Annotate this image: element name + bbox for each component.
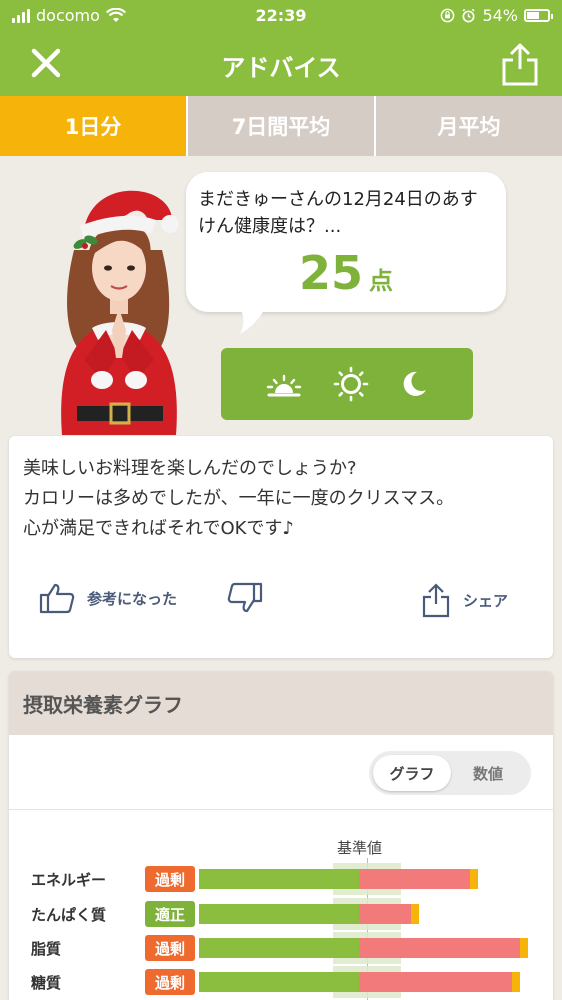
not-helpful-button[interactable]: [227, 582, 263, 614]
status-bar: docomo 22:39 54%: [0, 0, 562, 32]
bar-orange-segment: [469, 869, 478, 889]
share-label: シェア: [463, 591, 509, 610]
nutrient-row: たんぱく質 適正: [9, 898, 553, 930]
nutrient-name: 糖質: [31, 974, 62, 992]
bar-orange-segment: [520, 938, 529, 958]
score-unit: 点: [369, 267, 393, 295]
bar-red-segment: [358, 972, 512, 992]
nutrition-graph-card: 摂取栄養素グラフ グラフ 数値 基準値 エネルギー 過剰 たんぱく質 適正 脂質 過剰 糖質…: [9, 671, 553, 1000]
meal-time-selector: [221, 348, 473, 420]
advice-card: 美味しいお料理を楽しんだのでしょうか? カロリーは多めでしたが、一年に一度のクリ…: [9, 436, 553, 658]
nutrient-name: エネルギー: [31, 871, 107, 889]
helpful-button[interactable]: 参考になった: [39, 582, 177, 614]
share-icon[interactable]: [500, 41, 540, 87]
toggle-values[interactable]: 数値: [449, 755, 527, 791]
toggle-graph[interactable]: グラフ: [373, 755, 451, 791]
divider: [9, 809, 553, 810]
bar-green-segment: [199, 972, 359, 992]
bar-green-segment: [199, 938, 359, 958]
sunrise-icon[interactable]: [265, 369, 303, 399]
status-badge: 過剰: [145, 969, 195, 995]
alarm-icon: [462, 8, 476, 23]
nutrient-row: 脂質 過剰: [9, 932, 553, 964]
advice-line: 心が満足できればそれでOKです♪: [23, 518, 294, 539]
status-badge: 過剰: [145, 935, 195, 961]
orientation-lock-icon: [441, 8, 455, 23]
health-score: 25 点: [186, 246, 506, 300]
share-icon: [422, 583, 450, 618]
score-value: 25: [298, 246, 363, 300]
bar-red-segment: [358, 869, 470, 889]
bar-orange-segment: [511, 972, 520, 992]
speech-bubble-tail: [234, 300, 268, 334]
status-badge: 過剰: [145, 866, 195, 892]
reference-label: 基準値: [337, 839, 383, 857]
status-badge: 適正: [145, 901, 195, 927]
advice-line: カロリーは多めでしたが、一年に一度のクリスマス。: [23, 488, 455, 509]
nutrient-name: たんぱく質: [31, 906, 107, 924]
share-advice-button[interactable]: シェア: [421, 582, 508, 618]
advice-line: 美味しいお料理を楽しんだのでしょうか?: [23, 458, 357, 479]
nutrient-name: 脂質: [31, 940, 62, 958]
moon-icon[interactable]: [399, 369, 429, 399]
tab-7day-average[interactable]: 7日間平均: [188, 96, 374, 156]
nav-bar: アドバイス: [0, 32, 562, 96]
health-question: まだきゅーさんの12月24日のあすけん健康度は？...: [198, 189, 478, 237]
helpful-label: 参考になった: [87, 589, 178, 608]
nutrient-row: 糖質 過剰: [9, 966, 553, 998]
santa-character-illustration: [61, 190, 179, 435]
page-title: アドバイス: [221, 54, 341, 82]
battery-percent: 54%: [482, 6, 518, 25]
period-tabs: 1日分 7日間平均 月平均: [0, 96, 562, 156]
bar-orange-segment: [411, 904, 420, 924]
bar-red-segment: [358, 904, 412, 924]
thumbs-up-icon: [39, 583, 75, 614]
graph-values-toggle: グラフ 数値: [369, 751, 531, 795]
tab-1day[interactable]: 1日分: [0, 96, 186, 156]
thumbs-down-icon: [227, 582, 263, 613]
bar-green-segment: [199, 869, 359, 889]
advice-text: 美味しいお料理を楽しんだのでしょうか? カロリーは多めでしたが、一年に一度のクリ…: [23, 454, 454, 544]
battery-icon: [524, 9, 553, 22]
speech-bubble: まだきゅーさんの12月24日のあすけん健康度は？... 25 点: [186, 172, 506, 312]
bar-green-segment: [199, 904, 359, 924]
tab-monthly-average[interactable]: 月平均: [376, 96, 562, 156]
nutrient-row: エネルギー 過剰: [9, 863, 553, 895]
nutrition-title: 摂取栄養素グラフ: [9, 671, 553, 735]
advice-actions: 参考になった シェア: [9, 582, 553, 622]
sun-icon[interactable]: [333, 366, 369, 402]
bar-red-segment: [358, 938, 521, 958]
